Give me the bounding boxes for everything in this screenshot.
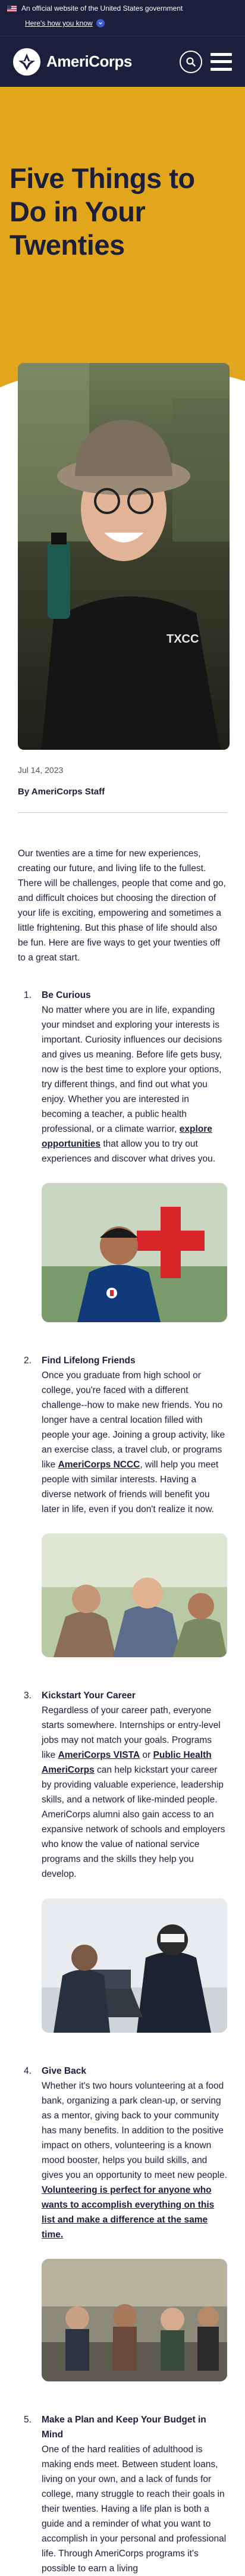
intro-paragraph: Our twenties are a time for new experien… (18, 849, 226, 963)
brand-name[interactable]: AmeriCorps (46, 52, 132, 71)
tip-photo-give-back (42, 2259, 227, 2381)
search-button[interactable] (180, 50, 202, 73)
tip-number: 1. (24, 990, 32, 1000)
tip-photo-curious (42, 1183, 227, 1322)
list-item: 3. Kickstart Your Career Regardless of y… (18, 1688, 227, 2033)
tip-number: 5. (24, 2415, 32, 2425)
tip-title: Be Curious (42, 990, 91, 1000)
list-item: 5. Make a Plan and Keep Your Budget in M… (18, 2412, 227, 2576)
tip-title: Find Lifelong Friends (42, 1356, 136, 1366)
americorps-star-logo-icon[interactable] (13, 48, 40, 76)
tip-text: Regardless of your career path, everyone… (42, 1703, 227, 1882)
us-flag-icon (7, 5, 17, 12)
tip-text: Once you graduate from high school or co… (42, 1368, 227, 1517)
tip-photo-friends (42, 1533, 227, 1657)
list-item: 1. Be Curious No matter where you are in… (18, 988, 227, 1322)
post-author: By AmeriCorps Staff (18, 787, 105, 797)
heres-how-you-know-link[interactable]: Here's how you know (25, 19, 93, 27)
tip-text-part: or (140, 1750, 153, 1760)
chevron-down-icon[interactable] (96, 19, 105, 27)
tip-text: One of the hard realities of adulthood i… (42, 2444, 227, 2574)
tip-number: 4. (24, 2066, 32, 2076)
gov-banner: An official website of the United States… (0, 0, 245, 36)
tip-number: 2. (24, 1356, 32, 1366)
tip-text-part: can help kickstart your career by provid… (42, 1765, 225, 1879)
tip-text-part: No matter where you are in life, expandi… (42, 1005, 222, 1134)
tips-list: 1. Be Curious No matter where you are in… (18, 988, 227, 2576)
hero-photo: TXCC (18, 363, 230, 750)
tip-title: Give Back (42, 2066, 86, 2076)
tip-text-part: Whether it's two hours volunteering at a… (42, 2081, 227, 2180)
volunteering-link[interactable]: Volunteering is perfect for anyone who w… (42, 2185, 214, 2240)
tip-text-part: Once you graduate from high school or co… (42, 1370, 225, 1470)
site-header: AmeriCorps (0, 36, 245, 87)
post-date: Jul 14, 2023 (18, 765, 64, 775)
tip-number: 3. (24, 1691, 32, 1701)
tip-photo-career (42, 1898, 227, 2033)
list-item: 4. Give Back Whether it's two hours volu… (18, 2064, 227, 2381)
list-item: 2. Find Lifelong Friends Once you gradua… (18, 1353, 227, 1657)
article: TXCC Jul 14, 2023 By AmeriCorps Staff Ou… (0, 87, 245, 2576)
gov-banner-text: An official website of the United States… (21, 4, 183, 12)
tip-text: Whether it's two hours volunteering at a… (42, 2079, 227, 2242)
americorps-nccc-link[interactable]: AmeriCorps NCCC (58, 1460, 140, 1470)
tip-title: Kickstart Your Career (42, 1691, 136, 1701)
tip-title: Make a Plan and Keep Your Budget in Mind (42, 2415, 206, 2440)
hamburger-menu-icon[interactable] (211, 52, 232, 71)
svg-text:TXCC: TXCC (167, 633, 199, 646)
tip-text: No matter where you are in life, expandi… (42, 1003, 227, 1166)
search-icon (186, 57, 196, 67)
americorps-vista-link[interactable]: AmeriCorps VISTA (58, 1750, 140, 1760)
divider (18, 812, 227, 813)
